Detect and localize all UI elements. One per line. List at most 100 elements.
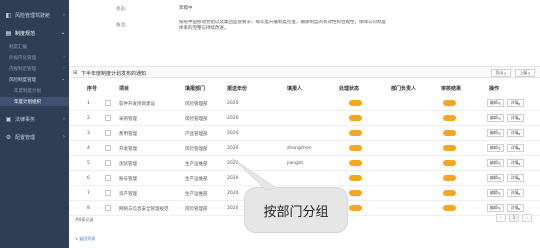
row-year: 2020	[227, 101, 239, 106]
row-item: 采购管理	[119, 117, 137, 122]
sidebar-item-dashboard[interactable]: ◧ 风险管理驾驶舱 ›	[0, 9, 69, 21]
col-header: 填报人	[287, 86, 303, 92]
arrow-right-icon: ▸	[518, 100, 521, 106]
col-header: 序号	[87, 86, 98, 92]
back-button[interactable]: 上级 ⇧	[515, 69, 535, 77]
dashboard-icon: ◧	[5, 11, 12, 19]
row-checkbox[interactable]	[105, 190, 111, 196]
status-badge	[349, 145, 362, 151]
edit-button[interactable]: 编辑 ✎	[487, 99, 504, 107]
callout-text: 按部门分组	[263, 204, 329, 220]
callout-tooltip: 按部门分组	[244, 187, 348, 233]
sidebar-item-label: 制度规范	[15, 30, 36, 37]
edit-button[interactable]: 编辑 ✎	[487, 159, 504, 167]
remark-label: 备注:	[116, 23, 127, 28]
edit-button[interactable]: 编辑 ✎	[487, 204, 504, 212]
row-checkbox[interactable]	[105, 115, 111, 121]
row-year: 2020	[227, 146, 239, 151]
details-button[interactable]: 详情 ▸	[507, 144, 524, 152]
review-badge	[443, 160, 456, 166]
row-item: 费用管理	[119, 132, 137, 137]
section-title: 下半年度制度计划发布的通知	[81, 71, 147, 77]
row-user: zhangchen	[287, 146, 312, 151]
next-page-button[interactable]: ›	[522, 214, 532, 222]
row-number: 8	[87, 206, 90, 211]
chevron-right-icon: ›	[63, 12, 65, 18]
sidebar-subitem-l2[interactable]: 年度制度计划	[0, 86, 69, 95]
details-button[interactable]: 详情 ▸	[507, 159, 524, 167]
sidebar-subitem[interactable]: 外规内化管理 ›	[0, 53, 69, 62]
chevron-right-icon: ›	[63, 116, 65, 122]
table-row: 5 测试管理 生产运维部 2020 jiangzh 编辑 ✎ 详情 ▸	[69, 156, 540, 171]
col-header: 报送年份	[227, 86, 248, 92]
back-to-list-link[interactable]: ∨ 返回列表	[75, 236, 95, 242]
edit-button[interactable]: 编辑 ✎	[487, 129, 504, 137]
up-icon: ⇧	[527, 70, 531, 76]
details-button[interactable]: 详情 ▸	[507, 114, 524, 122]
arrow-right-icon: ▸	[518, 190, 521, 196]
prev-page-button[interactable]: ‹	[496, 214, 506, 222]
details-button[interactable]: 详情 ▸	[507, 174, 524, 182]
sidebar-item-config[interactable]: ⚙ 配置管理 ›	[0, 131, 69, 143]
col-header: 处理状态	[339, 86, 360, 92]
review-badge	[443, 145, 456, 151]
review-badge	[443, 205, 456, 211]
details-button[interactable]: 详情 ▸	[507, 204, 524, 212]
row-department: 风险管理部	[185, 102, 208, 107]
row-checkbox[interactable]	[105, 130, 111, 136]
row-checkbox[interactable]	[105, 175, 111, 181]
details-button[interactable]: 详情 ▸	[507, 129, 524, 137]
edit-button[interactable]: 编辑 ✎	[487, 174, 504, 182]
table-row: 2 采购管理 风险管理部 2020 编辑 ✎ 详情 ▸	[69, 111, 540, 126]
row-department: 生产运维部	[185, 192, 208, 197]
row-year: 2020	[227, 191, 239, 196]
edit-icon: ✎	[497, 130, 502, 136]
row-year: 2020	[227, 176, 239, 181]
sidebar-subitem[interactable]: 制度汇编	[0, 42, 69, 51]
sidebar-item-legal[interactable]: ▣ 法律事务 ›	[0, 113, 69, 125]
status-badge	[349, 100, 362, 106]
row-department: 产品管理部	[185, 132, 208, 137]
status-badge	[349, 190, 362, 196]
row-item: 资产管理	[119, 192, 137, 197]
col-header: 部门负责人	[391, 86, 417, 92]
edit-button[interactable]: 编辑 ✎	[487, 189, 504, 197]
sidebar-item-regulations[interactable]: ▤ 制度规范 ⌄	[0, 27, 69, 39]
row-checkbox[interactable]	[105, 100, 111, 106]
section-header: ⊞ 下半年度制度计划发布的通知 导出 ⇩ 上级 ⇧	[69, 66, 540, 78]
briefcase-icon: ▣	[5, 115, 12, 123]
page-number-button[interactable]: 1	[509, 214, 519, 222]
row-year: 2020	[227, 161, 239, 166]
row-department: 生产运维部	[185, 162, 208, 167]
row-checkbox[interactable]	[105, 160, 111, 166]
sidebar-subitem[interactable]: 风险制度管理 ⌄	[0, 75, 69, 84]
edit-button[interactable]: 编辑 ✎	[487, 144, 504, 152]
sidebar-subitem-l2-selected[interactable]: 年度计划组织	[0, 97, 69, 106]
col-header: 操作	[489, 86, 500, 92]
table-row: 1 软件开发项目建设 风险管理部 2020 编辑 ✎ 详情 ▸	[69, 96, 540, 111]
details-button[interactable]: 详情 ▸	[507, 99, 524, 107]
review-badge	[443, 115, 456, 121]
details-button[interactable]: 详情 ▸	[507, 189, 524, 197]
edit-button[interactable]: 编辑 ✎	[487, 114, 504, 122]
remark-value: 按照中国移动党组以及集团监管要求，每年度开展制度检查，确保制度的有效性和合规性，…	[179, 20, 386, 31]
sidebar-subitem[interactable]: 内规制定管理 ›	[0, 64, 69, 73]
row-number: 3	[87, 131, 90, 136]
edit-icon: ✎	[497, 100, 502, 106]
gear-icon: ⚙	[5, 133, 12, 141]
row-checkbox[interactable]	[105, 205, 111, 211]
sidebar-item-label: 法律事务	[15, 116, 36, 123]
table-row: 6 账号管理 生产运维部 2020 编辑 ✎ 详情 ▸	[69, 171, 540, 186]
status-label: 状态:	[116, 7, 127, 12]
arrow-right-icon: ▸	[518, 160, 521, 166]
status-badge	[349, 160, 362, 166]
col-header: 项目	[119, 86, 130, 92]
sidebar-item-label: 风险管理驾驶舱	[15, 12, 51, 19]
row-number: 2	[87, 116, 90, 121]
row-checkbox[interactable]	[105, 145, 111, 151]
row-item: 账号管理	[119, 177, 137, 182]
review-badge	[443, 130, 456, 136]
arrow-right-icon: ▸	[518, 175, 521, 181]
row-year: 2020	[227, 131, 239, 136]
export-button[interactable]: 导出 ⇩	[491, 69, 511, 77]
